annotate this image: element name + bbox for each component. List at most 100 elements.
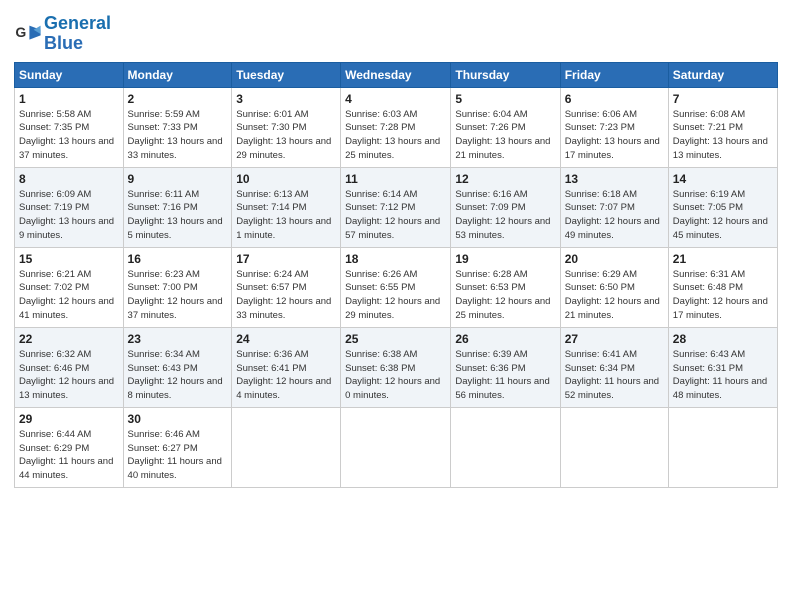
- calendar-cell: 15 Sunrise: 6:21 AMSunset: 7:02 PMDaylig…: [15, 247, 124, 327]
- day-number: 10: [236, 172, 336, 186]
- day-number: 14: [673, 172, 773, 186]
- calendar-cell: [451, 407, 560, 487]
- col-saturday: Saturday: [668, 62, 777, 87]
- calendar-cell: 11 Sunrise: 6:14 AMSunset: 7:12 PMDaylig…: [341, 167, 451, 247]
- calendar-cell: [560, 407, 668, 487]
- calendar-cell: [341, 407, 451, 487]
- logo-text: GeneralBlue: [44, 14, 111, 54]
- day-info: Sunrise: 6:39 AMSunset: 6:36 PMDaylight:…: [455, 349, 549, 401]
- svg-text:G: G: [15, 24, 26, 40]
- day-number: 17: [236, 252, 336, 266]
- calendar-cell: [232, 407, 341, 487]
- day-number: 11: [345, 172, 446, 186]
- day-number: 3: [236, 92, 336, 106]
- day-number: 20: [565, 252, 664, 266]
- calendar-week-row: 29 Sunrise: 6:44 AMSunset: 6:29 PMDaylig…: [15, 407, 778, 487]
- day-number: 15: [19, 252, 119, 266]
- col-monday: Monday: [123, 62, 232, 87]
- logo-icon: G: [14, 20, 42, 48]
- calendar-cell: 22 Sunrise: 6:32 AMSunset: 6:46 PMDaylig…: [15, 327, 124, 407]
- day-number: 7: [673, 92, 773, 106]
- calendar-cell: 2 Sunrise: 5:59 AMSunset: 7:33 PMDayligh…: [123, 87, 232, 167]
- day-number: 13: [565, 172, 664, 186]
- day-number: 19: [455, 252, 555, 266]
- calendar-cell: 1 Sunrise: 5:58 AMSunset: 7:35 PMDayligh…: [15, 87, 124, 167]
- calendar-cell: 16 Sunrise: 6:23 AMSunset: 7:00 PMDaylig…: [123, 247, 232, 327]
- col-wednesday: Wednesday: [341, 62, 451, 87]
- day-info: Sunrise: 6:36 AMSunset: 6:41 PMDaylight:…: [236, 349, 331, 401]
- day-number: 25: [345, 332, 446, 346]
- day-info: Sunrise: 6:38 AMSunset: 6:38 PMDaylight:…: [345, 349, 440, 401]
- day-info: Sunrise: 6:44 AMSunset: 6:29 PMDaylight:…: [19, 429, 113, 481]
- calendar-cell: 9 Sunrise: 6:11 AMSunset: 7:16 PMDayligh…: [123, 167, 232, 247]
- day-info: Sunrise: 6:28 AMSunset: 6:53 PMDaylight:…: [455, 269, 550, 321]
- day-number: 6: [565, 92, 664, 106]
- day-info: Sunrise: 6:16 AMSunset: 7:09 PMDaylight:…: [455, 189, 550, 241]
- day-info: Sunrise: 5:59 AMSunset: 7:33 PMDaylight:…: [128, 109, 223, 161]
- calendar-cell: 13 Sunrise: 6:18 AMSunset: 7:07 PMDaylig…: [560, 167, 668, 247]
- day-info: Sunrise: 6:46 AMSunset: 6:27 PMDaylight:…: [128, 429, 222, 481]
- calendar-cell: 24 Sunrise: 6:36 AMSunset: 6:41 PMDaylig…: [232, 327, 341, 407]
- logo: G GeneralBlue: [14, 14, 111, 54]
- calendar-cell: 10 Sunrise: 6:13 AMSunset: 7:14 PMDaylig…: [232, 167, 341, 247]
- calendar-cell: 23 Sunrise: 6:34 AMSunset: 6:43 PMDaylig…: [123, 327, 232, 407]
- day-number: 2: [128, 92, 228, 106]
- col-sunday: Sunday: [15, 62, 124, 87]
- calendar-cell: 12 Sunrise: 6:16 AMSunset: 7:09 PMDaylig…: [451, 167, 560, 247]
- calendar-cell: 27 Sunrise: 6:41 AMSunset: 6:34 PMDaylig…: [560, 327, 668, 407]
- calendar-cell: 17 Sunrise: 6:24 AMSunset: 6:57 PMDaylig…: [232, 247, 341, 327]
- page-container: G GeneralBlue Sunday Monday Tuesday Wedn…: [0, 0, 792, 498]
- day-info: Sunrise: 6:24 AMSunset: 6:57 PMDaylight:…: [236, 269, 331, 321]
- day-info: Sunrise: 6:21 AMSunset: 7:02 PMDaylight:…: [19, 269, 114, 321]
- day-info: Sunrise: 6:18 AMSunset: 7:07 PMDaylight:…: [565, 189, 660, 241]
- day-info: Sunrise: 6:31 AMSunset: 6:48 PMDaylight:…: [673, 269, 768, 321]
- calendar-table: Sunday Monday Tuesday Wednesday Thursday…: [14, 62, 778, 488]
- day-number: 26: [455, 332, 555, 346]
- day-info: Sunrise: 6:14 AMSunset: 7:12 PMDaylight:…: [345, 189, 440, 241]
- calendar-cell: 30 Sunrise: 6:46 AMSunset: 6:27 PMDaylig…: [123, 407, 232, 487]
- day-number: 4: [345, 92, 446, 106]
- day-number: 16: [128, 252, 228, 266]
- calendar-week-row: 8 Sunrise: 6:09 AMSunset: 7:19 PMDayligh…: [15, 167, 778, 247]
- day-number: 22: [19, 332, 119, 346]
- calendar-week-row: 22 Sunrise: 6:32 AMSunset: 6:46 PMDaylig…: [15, 327, 778, 407]
- day-info: Sunrise: 6:03 AMSunset: 7:28 PMDaylight:…: [345, 109, 440, 161]
- day-number: 23: [128, 332, 228, 346]
- day-number: 21: [673, 252, 773, 266]
- calendar-cell: 19 Sunrise: 6:28 AMSunset: 6:53 PMDaylig…: [451, 247, 560, 327]
- day-number: 24: [236, 332, 336, 346]
- day-number: 8: [19, 172, 119, 186]
- day-number: 5: [455, 92, 555, 106]
- calendar-cell: 14 Sunrise: 6:19 AMSunset: 7:05 PMDaylig…: [668, 167, 777, 247]
- calendar-cell: 5 Sunrise: 6:04 AMSunset: 7:26 PMDayligh…: [451, 87, 560, 167]
- calendar-cell: 29 Sunrise: 6:44 AMSunset: 6:29 PMDaylig…: [15, 407, 124, 487]
- day-info: Sunrise: 6:34 AMSunset: 6:43 PMDaylight:…: [128, 349, 223, 401]
- day-info: Sunrise: 6:09 AMSunset: 7:19 PMDaylight:…: [19, 189, 114, 241]
- day-number: 1: [19, 92, 119, 106]
- day-info: Sunrise: 6:11 AMSunset: 7:16 PMDaylight:…: [128, 189, 223, 241]
- day-number: 9: [128, 172, 228, 186]
- calendar-cell: 28 Sunrise: 6:43 AMSunset: 6:31 PMDaylig…: [668, 327, 777, 407]
- calendar-cell: 20 Sunrise: 6:29 AMSunset: 6:50 PMDaylig…: [560, 247, 668, 327]
- day-number: 27: [565, 332, 664, 346]
- day-info: Sunrise: 6:08 AMSunset: 7:21 PMDaylight:…: [673, 109, 768, 161]
- calendar-week-row: 15 Sunrise: 6:21 AMSunset: 7:02 PMDaylig…: [15, 247, 778, 327]
- day-info: Sunrise: 6:19 AMSunset: 7:05 PMDaylight:…: [673, 189, 768, 241]
- calendar-week-row: 1 Sunrise: 5:58 AMSunset: 7:35 PMDayligh…: [15, 87, 778, 167]
- day-number: 30: [128, 412, 228, 426]
- calendar-cell: [668, 407, 777, 487]
- day-info: Sunrise: 6:41 AMSunset: 6:34 PMDaylight:…: [565, 349, 659, 401]
- calendar-cell: 8 Sunrise: 6:09 AMSunset: 7:19 PMDayligh…: [15, 167, 124, 247]
- day-info: Sunrise: 6:29 AMSunset: 6:50 PMDaylight:…: [565, 269, 660, 321]
- day-number: 18: [345, 252, 446, 266]
- col-thursday: Thursday: [451, 62, 560, 87]
- calendar-cell: 6 Sunrise: 6:06 AMSunset: 7:23 PMDayligh…: [560, 87, 668, 167]
- day-info: Sunrise: 6:04 AMSunset: 7:26 PMDaylight:…: [455, 109, 550, 161]
- calendar-header-row: Sunday Monday Tuesday Wednesday Thursday…: [15, 62, 778, 87]
- day-info: Sunrise: 5:58 AMSunset: 7:35 PMDaylight:…: [19, 109, 114, 161]
- calendar-cell: 26 Sunrise: 6:39 AMSunset: 6:36 PMDaylig…: [451, 327, 560, 407]
- day-number: 12: [455, 172, 555, 186]
- day-info: Sunrise: 6:13 AMSunset: 7:14 PMDaylight:…: [236, 189, 331, 241]
- day-info: Sunrise: 6:06 AMSunset: 7:23 PMDaylight:…: [565, 109, 660, 161]
- col-friday: Friday: [560, 62, 668, 87]
